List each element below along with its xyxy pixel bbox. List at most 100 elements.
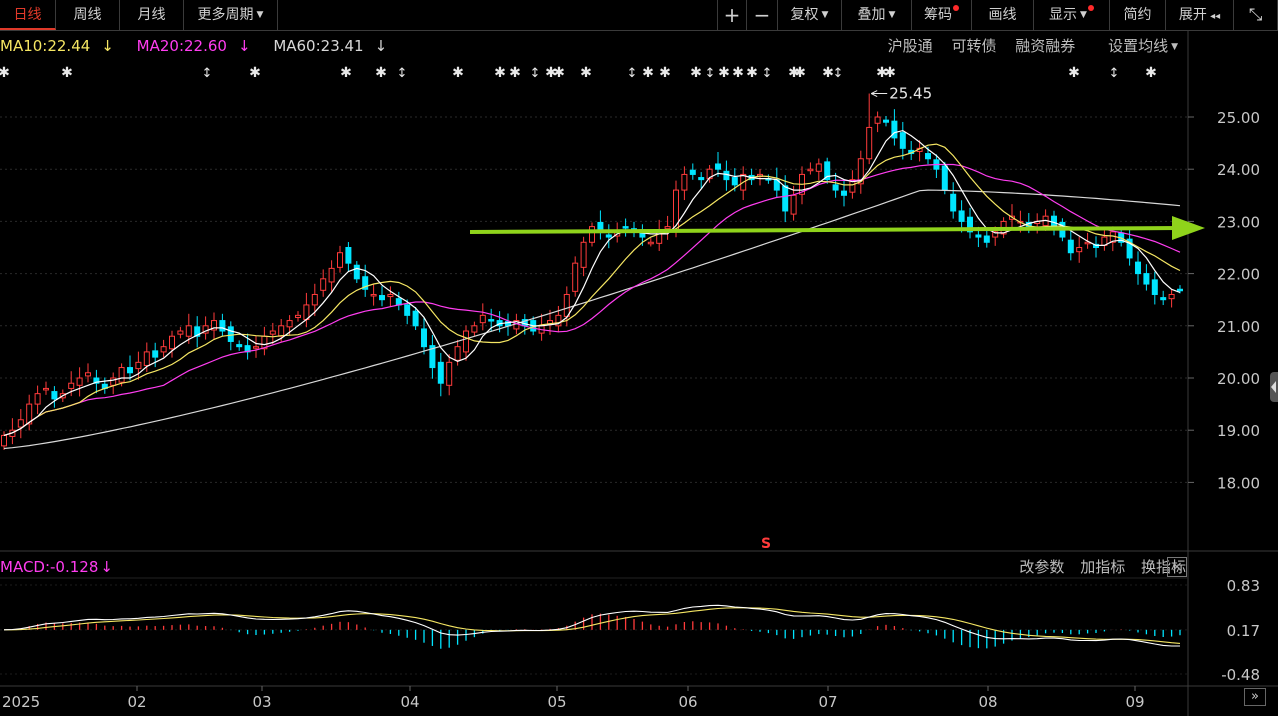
candle-body [127, 367, 133, 374]
candle-body [269, 330, 276, 335]
ma5-line [3, 129, 1181, 436]
price-tick-label: 21.00 [1217, 318, 1260, 336]
event-marker: ✱ [659, 65, 671, 81]
candle-body [664, 226, 671, 230]
candle-body [1143, 273, 1150, 285]
event-marker: ✱ [746, 65, 758, 81]
candle-body [832, 184, 839, 191]
macd-tick-label: 0.17 [1227, 622, 1260, 640]
candle-body [68, 382, 75, 389]
side-panel-toggle[interactable] [1270, 372, 1278, 402]
time-tick-label: 05 [547, 693, 566, 711]
candle-body [866, 126, 873, 160]
candle-body [463, 330, 469, 353]
event-marker: ✱ [0, 65, 10, 81]
event-marker: ✱ [1145, 65, 1157, 81]
event-marker: ↕ [1109, 66, 1120, 81]
candle-body [160, 346, 167, 353]
candle-body [790, 194, 797, 215]
candle-body [1067, 239, 1074, 254]
time-tick-label: 08 [978, 693, 997, 711]
time-tick-label: 06 [678, 693, 697, 711]
candle-body [152, 350, 159, 358]
candle-body [883, 119, 889, 123]
price-tick-label: 20.00 [1217, 370, 1260, 388]
candle-body [572, 262, 579, 292]
candle-body [698, 177, 705, 181]
price-tick-label: 24.00 [1217, 161, 1260, 179]
candle-body [387, 293, 394, 298]
candle-body [219, 320, 226, 332]
candle-body [815, 163, 822, 172]
price-tick-label: 18.00 [1217, 474, 1260, 492]
candle-body [76, 377, 83, 386]
candle-body [51, 391, 58, 400]
event-marker: ✱ [452, 65, 464, 81]
candle-body [379, 295, 385, 301]
signal-mark: S [761, 536, 771, 552]
candle-body [118, 367, 125, 383]
event-marker: ✱ [690, 65, 702, 81]
candle-body [622, 226, 629, 229]
candle-body [950, 193, 957, 212]
high-marker-label: 25.45 [889, 85, 932, 103]
candle-body [345, 247, 352, 264]
candle-body [941, 165, 948, 191]
double-chevron-right-icon[interactable]: » [1244, 688, 1266, 706]
candle-body [874, 116, 881, 124]
candle-body [1160, 297, 1167, 301]
candle-body [295, 314, 301, 318]
candle-body [227, 326, 234, 342]
time-tick-label: 09 [1125, 693, 1144, 711]
event-marker: ↕ [202, 66, 213, 81]
candle-body [85, 372, 91, 377]
candle-body [731, 177, 738, 186]
time-tick-label: 04 [400, 693, 419, 711]
candle-body [605, 234, 612, 238]
event-marker: ✱ [340, 65, 352, 81]
candle-body [681, 173, 688, 191]
candle-body [370, 293, 377, 297]
candle-body [1177, 288, 1183, 292]
event-marker: ↕ [397, 66, 408, 81]
candle-body [899, 132, 906, 149]
candle-body [437, 361, 444, 384]
candle-body [782, 185, 789, 212]
ma10-line [3, 143, 1181, 436]
candle-body [689, 169, 696, 175]
change-params-button[interactable]: 改参数 [1019, 558, 1064, 576]
trend-arrow-line [469, 226, 1181, 234]
event-marker: ✱ [794, 65, 806, 81]
time-tick-label: 07 [818, 693, 837, 711]
close-icon[interactable]: × [1167, 557, 1187, 577]
candle-body [471, 325, 478, 333]
candle-body [169, 335, 175, 350]
candle-body [17, 419, 24, 428]
macd-tick-label: -0.48 [1221, 666, 1260, 684]
event-marker: ✱ [884, 65, 896, 81]
time-tick-label: 02 [127, 693, 146, 711]
kline-chart[interactable]: 25.00 24.00 23.00 22.00 21.00 20.00 19.00 18.00… [0, 0, 1278, 716]
candle-body [320, 278, 327, 291]
candle-body [143, 351, 150, 366]
candle-body [563, 293, 570, 317]
candle-body [34, 393, 41, 405]
candle-body [412, 310, 419, 327]
candle-body [647, 241, 654, 245]
candle-body [353, 264, 360, 280]
add-indicator-button[interactable]: 加指标 [1080, 558, 1125, 576]
candle-body [337, 252, 343, 268]
price-tick-label: 23.00 [1217, 213, 1260, 231]
candle-body [1151, 279, 1158, 295]
candle-body [1168, 293, 1175, 300]
price-tick-label: 25.00 [1217, 109, 1260, 127]
time-tick-label: 2025 [2, 693, 40, 711]
candle-body [43, 387, 49, 391]
candle-body [328, 267, 335, 283]
candle-body [479, 314, 486, 324]
candle-body [488, 319, 495, 322]
price-tick-label: 19.00 [1217, 422, 1260, 440]
candle-body [454, 346, 461, 361]
event-marker: ✱ [509, 65, 521, 81]
candle-body [177, 330, 184, 335]
